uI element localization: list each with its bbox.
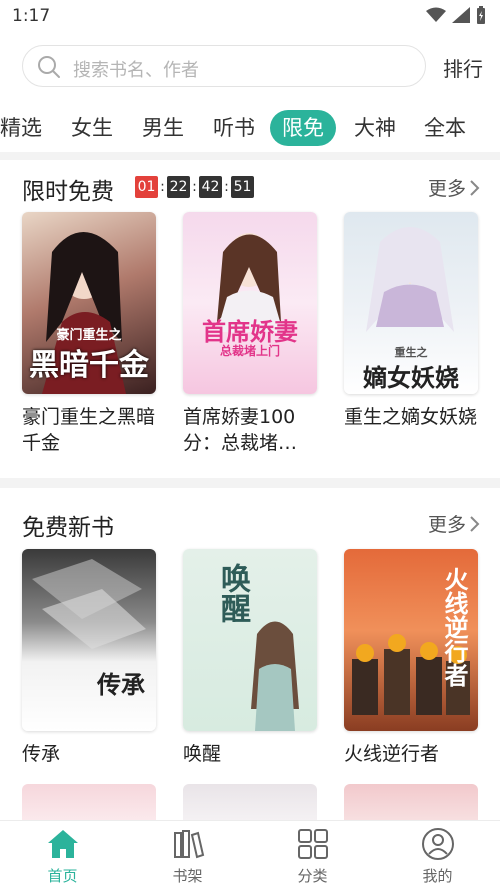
countdown-seconds: 42 [199,176,222,198]
cover-title: 传承 [97,670,145,699]
divider [0,152,500,160]
search-placeholder: 搜索书名、作者 [73,60,199,81]
home-icon [48,830,78,858]
status-icons [426,6,486,24]
book-cover: 唤醒 [183,549,317,731]
book-title: 首席娇妻100分：总裁堵… [183,406,298,454]
status-time: 1:17 [12,6,51,26]
tab-male[interactable]: 男生 [142,110,184,146]
countdown-minutes: 22 [167,176,190,198]
section-title: 免费新书 [22,515,114,541]
chevron-right-icon [470,179,480,196]
new-free-header: 免费新书 更多 [0,506,500,542]
cover-title: 嫡女妖娆 [363,363,459,392]
cover-title: 黑暗千金 [29,348,149,383]
book-title: 豪门重生之黑暗千金 [22,406,156,454]
nav-profile[interactable]: 我的 [375,821,500,889]
signal-icon [452,7,470,23]
countdown-hours: 01 [135,176,158,198]
countdown-timer: 01 : 22 : 42 : 51 [135,176,254,198]
nav-label: 分类 [297,867,328,885]
more-link[interactable]: 更多 [428,510,480,537]
search-row: 搜索书名、作者 排行 [0,44,500,90]
book-title: 重生之嫡女妖娆 [344,406,478,428]
tab-limited-free[interactable]: 限免 [270,110,336,146]
nav-label: 首页 [47,867,78,885]
tab-audiobook[interactable]: 听书 [213,110,255,146]
book-card[interactable]: 豪门重生之 黑暗千金 豪门重生之黑暗千金 [22,212,156,456]
divider [0,478,500,488]
book-cover: 首席娇妻 总裁堵上门 [183,212,317,394]
tab-featured[interactable]: 精选 [0,110,42,146]
nav-bookshelf[interactable]: 书架 [125,821,250,889]
book-card[interactable]: 首席娇妻 总裁堵上门 首席娇妻100分：总裁堵… [183,212,317,456]
limited-free-header: 限时免费 01 : 22 : 42 : 51 更多 [0,170,500,206]
book-card[interactable]: 传承 传承 [22,549,156,767]
book-cover-partial[interactable] [344,784,478,820]
book-card[interactable]: 火线逆行者 火线逆行者 [344,549,478,767]
nav-home[interactable]: 首页 [0,821,125,889]
tab-complete[interactable]: 全本 [424,110,466,146]
book-card[interactable]: 重生之 嫡女妖娆 重生之嫡女妖娆 [344,212,478,430]
more-label: 更多 [427,514,466,536]
cover-art [217,233,283,332]
grid-icon [298,829,328,859]
section-title: 限时免费 [22,179,114,205]
battery-icon [477,6,485,24]
bookshelf-icon [174,830,205,859]
book-cover-partial[interactable] [183,784,317,820]
book-title: 传承 [22,743,61,765]
cover-title: 唤醒 [215,563,250,623]
status-bar: 1:17 [0,0,500,34]
book-cover: 重生之 嫡女妖娆 [344,212,478,394]
wifi-icon [426,7,446,22]
nav-label: 我的 [422,867,453,885]
book-cover: 传承 [22,549,156,731]
tab-female[interactable]: 女生 [71,110,113,146]
chevron-right-icon [470,515,480,532]
book-cover: 豪门重生之 黑暗千金 [22,212,156,394]
user-icon [422,828,454,860]
cover-title: 火线逆行者 [440,567,469,687]
book-card[interactable]: 唤醒 唤醒 [183,549,317,767]
nav-category[interactable]: 分类 [250,821,375,889]
more-link[interactable]: 更多 [428,174,480,201]
book-cover-partial[interactable] [22,784,156,820]
category-tabs: 精选 女生 男生 听书 限免 大神 全本 [0,110,500,148]
more-label: 更多 [427,178,466,200]
book-title: 唤醒 [183,743,222,765]
cover-subtitle: 总裁堵上门 [219,344,280,358]
book-title: 火线逆行者 [344,743,440,765]
nav-label: 书架 [172,867,203,885]
bottom-nav: 首页 书架 分类 我的 [0,820,500,889]
tab-master[interactable]: 大神 [354,110,396,146]
rank-button[interactable]: 排行 [443,53,483,82]
cover-art [32,559,146,649]
search-input[interactable]: 搜索书名、作者 [22,45,426,87]
book-cover: 火线逆行者 [344,549,478,731]
countdown-frames: 51 [231,176,254,198]
search-icon [38,56,60,78]
